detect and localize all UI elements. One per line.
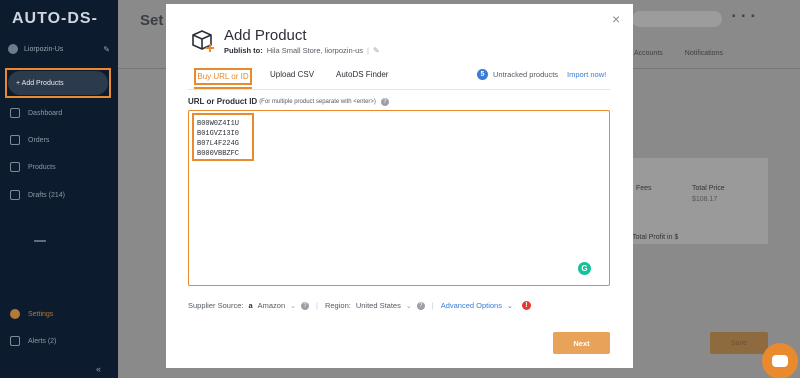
untracked-count-badge: 5 (477, 69, 488, 80)
store-selector[interactable]: Liorpozin-Us ✎ (8, 42, 110, 56)
store-avatar (8, 44, 18, 54)
help-icon[interactable]: ? (301, 301, 310, 310)
header-icons: ▪▪▪ (732, 11, 761, 22)
separator: | (431, 301, 434, 310)
modal-title: Add Product (224, 27, 307, 44)
chat-button[interactable] (762, 343, 798, 378)
tabs-divider (188, 89, 610, 90)
settings-tabs: Accounts Notifications (634, 50, 723, 57)
edit-store-icon[interactable]: ✎ (103, 45, 110, 54)
total-price-label: Total Price (692, 185, 725, 192)
app-logo: AUTO-DS- (12, 10, 98, 27)
tab-upload-csv[interactable]: Upload CSV (270, 70, 314, 79)
url-hint: (For multiple product separate with <ent… (259, 98, 376, 105)
next-button[interactable]: Next (553, 332, 610, 354)
tab-notifications[interactable]: Notifications (685, 50, 723, 57)
separator: | (367, 46, 369, 55)
url-field-label: URL or Product ID (For multiple product … (188, 97, 389, 106)
region-select[interactable]: United States (356, 301, 401, 310)
search-input[interactable] (632, 11, 722, 27)
fees-label: Fees (636, 185, 652, 192)
sidebar-item-settings[interactable]: Settings (10, 309, 53, 319)
publish-value: Hila Small Store, liorpozin-us (266, 46, 364, 55)
publish-to-row: Publish to: Hila Small Store, liorpozin-… (224, 46, 380, 55)
sidebar-item-orders[interactable]: Orders (10, 133, 110, 147)
box-add-icon (192, 30, 214, 52)
untracked-label: Untracked products (493, 70, 559, 79)
save-button[interactable]: Save (710, 332, 768, 354)
supplier-select[interactable]: Amazon (258, 301, 286, 310)
tab-autods-finder[interactable]: AutoDS Finder (336, 70, 388, 79)
product-id-line: B000VBBZFC (197, 150, 240, 158)
collapse-sidebar-icon[interactable]: « (96, 364, 101, 374)
sidebar-item-dashboard[interactable]: Dashboard (10, 106, 110, 120)
add-products-highlight (5, 68, 111, 98)
total-price-value: $108.17 (692, 196, 718, 203)
product-id-line: B01GVZ13I0 (197, 130, 240, 138)
sidebar-item-label: Alerts (2) (28, 337, 57, 345)
sidebar-item-label: Dashboard (28, 109, 63, 117)
profit-label: Total Profit in $ (632, 234, 679, 241)
products-icon (10, 162, 20, 172)
bell-icon (10, 336, 20, 346)
dashboard-icon (10, 108, 20, 118)
warning-icon: ! (521, 301, 531, 310)
add-product-modal: × Add Product Publish to: Hila Small Sto… (166, 4, 633, 368)
supplier-label: Supplier Source: (188, 301, 244, 310)
chat-icon (772, 355, 788, 367)
product-ids-highlight: B00W0Z4I1U B01GVZ13I0 B07L4F224G B000VBB… (192, 113, 254, 161)
store-name: Liorpozin-Us (24, 45, 64, 53)
sidebar-item-label: Products (28, 163, 56, 171)
sidebar: AUTO-DS- Liorpozin-Us ✎ + Add Products D… (0, 0, 118, 378)
pencil-icon[interactable]: ✎ (373, 46, 380, 55)
sidebar-item-products[interactable]: Products (10, 160, 110, 174)
import-now-link[interactable]: Import now! (567, 70, 606, 79)
sidebar-divider (34, 240, 46, 242)
product-id-line: B07L4F224G (197, 140, 240, 148)
tab-buy-url-or-id[interactable]: Buy URL or ID (194, 68, 252, 85)
help-icon[interactable]: ? (416, 301, 425, 310)
chevron-down-icon[interactable]: ⌄ (406, 302, 412, 310)
sidebar-item-label: Drafts (214) (28, 191, 65, 199)
region-label: Region: (324, 301, 351, 310)
advanced-options-link[interactable]: Advanced Options (441, 301, 502, 310)
gear-icon (10, 309, 20, 319)
sidebar-item-alerts[interactable]: Alerts (2) (10, 336, 56, 346)
supplier-region-row: Supplier Source: a Amazon ⌄ ? | Region: … (188, 301, 531, 310)
grammarly-icon[interactable]: G (578, 262, 591, 275)
chevron-down-icon[interactable]: ⌄ (290, 302, 296, 310)
orders-icon (10, 135, 20, 145)
publish-label: Publish to: (224, 46, 263, 55)
sidebar-item-label: Orders (28, 136, 50, 144)
separator: | (316, 301, 318, 310)
url-label-text: URL or Product ID (188, 97, 258, 106)
info-icon[interactable]: ? (380, 97, 389, 106)
page-title: Set (140, 12, 164, 29)
tab-accounts[interactable]: Accounts (634, 50, 663, 57)
sidebar-item-label: Settings (28, 310, 54, 318)
untracked-products: 5 Untracked products Import now! (477, 69, 606, 80)
sidebar-item-drafts[interactable]: Drafts (214) (10, 188, 110, 202)
product-id-line: B00W0Z4I1U (197, 120, 240, 128)
amazon-icon: a (248, 301, 253, 310)
chevron-down-icon[interactable]: ⌄ (507, 302, 513, 310)
drafts-icon (10, 190, 20, 200)
close-icon[interactable]: × (612, 12, 620, 26)
